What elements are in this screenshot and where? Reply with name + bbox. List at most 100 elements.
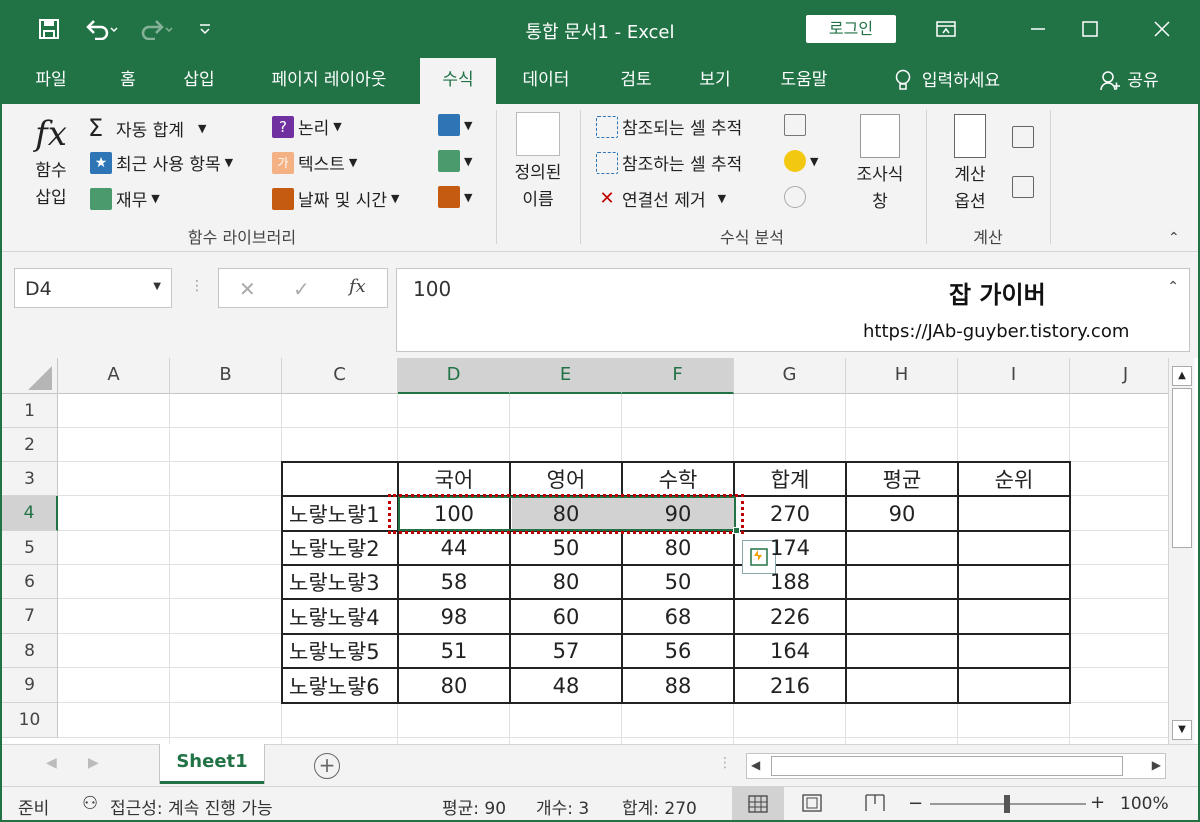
status-accessibility[interactable]: 접근성: 계속 진행 가능 xyxy=(110,794,273,819)
next-sheet-icon[interactable]: ▶ xyxy=(88,755,99,771)
tab-page-layout[interactable]: 페이지 레이아웃 xyxy=(246,58,412,104)
formula-input[interactable]: 100 잡 가이버 https://JAb-guyber.tistory.com… xyxy=(396,268,1190,352)
enter-icon[interactable]: ✓ xyxy=(293,277,310,301)
row-label-cell[interactable]: 노랗노랗5 xyxy=(283,635,397,667)
row-label-cell[interactable]: 노랗노랗6 xyxy=(283,669,397,702)
table-cell[interactable]: 58 xyxy=(399,566,509,598)
column-header-c[interactable]: C xyxy=(282,358,398,394)
row-label-cell[interactable]: 노랗노랗4 xyxy=(283,600,397,633)
table-cell[interactable]: 90 xyxy=(623,497,733,530)
redo-icon[interactable] xyxy=(136,16,176,42)
row-header-4[interactable]: 4 xyxy=(2,496,58,531)
datetime-button[interactable]: 날짜 및 시간 ▼ xyxy=(272,186,399,211)
scroll-left-button[interactable]: ◀ xyxy=(751,758,760,772)
select-all-corner[interactable] xyxy=(2,358,58,394)
tab-view[interactable]: 보기 xyxy=(682,58,748,104)
name-box[interactable]: D4 ▼ xyxy=(14,268,172,308)
save-icon[interactable] xyxy=(36,16,62,42)
tell-me-box[interactable]: 입력하세요 xyxy=(872,58,1022,104)
zoom-slider-thumb[interactable] xyxy=(1004,795,1010,813)
horizontal-scrollbar[interactable]: ◀ ▶ xyxy=(746,753,1166,779)
column-header-f[interactable]: F xyxy=(622,358,734,394)
column-header-j[interactable]: J xyxy=(1070,358,1182,394)
tab-formulas[interactable]: 수식 xyxy=(420,58,496,104)
calc-sheet-button[interactable] xyxy=(1012,176,1034,198)
accessibility-icon[interactable]: ⚇ xyxy=(82,793,98,814)
column-header-h[interactable]: H xyxy=(846,358,958,394)
error-check-button[interactable]: ▼ xyxy=(784,150,818,172)
row-label-cell[interactable]: 노랗노랗2 xyxy=(283,532,397,564)
scroll-up-button[interactable]: ▲ xyxy=(1172,366,1192,386)
hscroll-thumb[interactable] xyxy=(771,756,1123,776)
scroll-thumb[interactable] xyxy=(1172,388,1192,548)
expand-formula-icon[interactable]: ⌃ xyxy=(1167,279,1179,295)
logical-button[interactable]: ? 논리 ▼ xyxy=(272,114,342,139)
table-cell[interactable]: 57 xyxy=(511,635,621,667)
collapse-ribbon-icon[interactable]: ⌃ xyxy=(1168,230,1180,246)
splitter-icon[interactable]: ⋮ xyxy=(190,278,204,294)
show-formulas-button[interactable] xyxy=(784,114,806,136)
table-cell[interactable]: 60 xyxy=(511,600,621,633)
table-header-cell[interactable]: 평균 xyxy=(847,463,957,495)
calc-now-button[interactable] xyxy=(1012,126,1034,148)
row-header-7[interactable]: 7 xyxy=(2,599,58,634)
cancel-icon[interactable]: ✕ xyxy=(239,277,256,301)
autosum-button[interactable]: Σ 자동 합계 ▼ xyxy=(88,114,206,142)
table-cell[interactable]: 174 xyxy=(735,532,845,564)
table-cell[interactable]: 98 xyxy=(399,600,509,633)
table-cell[interactable]: 80 xyxy=(511,497,621,530)
row-header-8[interactable]: 8 xyxy=(2,634,58,668)
row-label-cell[interactable]: 노랗노랗3 xyxy=(283,566,397,598)
table-cell[interactable]: 100 xyxy=(399,497,509,530)
table-cell[interactable]: 270 xyxy=(735,497,845,530)
table-cell[interactable]: 80 xyxy=(511,566,621,598)
table-cell[interactable]: 88 xyxy=(623,669,733,702)
tab-home[interactable]: 홈 xyxy=(98,58,158,104)
restore-icon[interactable] xyxy=(1070,12,1110,46)
row-header-10[interactable]: 10 xyxy=(2,703,58,738)
defined-names-button[interactable]: 정의된 이름 xyxy=(506,112,570,210)
column-header-a[interactable]: A xyxy=(58,358,170,394)
table-cell[interactable]: 216 xyxy=(735,669,845,702)
more-functions-button[interactable]: ▼ xyxy=(438,186,472,208)
page-break-icon[interactable] xyxy=(864,794,886,817)
tab-file[interactable]: 파일 xyxy=(16,58,86,104)
table-cell[interactable]: 48 xyxy=(511,669,621,702)
evaluate-button[interactable] xyxy=(784,186,806,208)
vertical-scrollbar[interactable]: ▲ ▼ xyxy=(1168,358,1194,744)
table-cell[interactable]: 90 xyxy=(847,497,957,530)
sheet-tab-sheet1[interactable]: Sheet1 xyxy=(160,744,264,784)
table-cell[interactable]: 44 xyxy=(399,532,509,564)
tab-review[interactable]: 검토 xyxy=(600,58,672,104)
table-cell[interactable]: 51 xyxy=(399,635,509,667)
financial-button[interactable]: 재무 ▼ xyxy=(90,186,160,211)
row-header-3[interactable]: 3 xyxy=(2,462,58,496)
trace-precedents-button[interactable]: 참조되는 셀 추적 xyxy=(596,114,742,139)
table-header-cell[interactable]: 국어 xyxy=(399,463,509,495)
row-label-cell[interactable]: 노랗노랗1 xyxy=(283,497,397,530)
fx-icon[interactable]: fx xyxy=(349,276,366,297)
ribbon-display-icon[interactable] xyxy=(926,12,966,46)
watch-window-button[interactable]: 조사식 창 xyxy=(848,114,912,212)
tab-insert[interactable]: 삽입 xyxy=(166,58,232,104)
prev-sheet-icon[interactable]: ◀ xyxy=(46,755,57,771)
row-header-5[interactable]: 5 xyxy=(2,531,58,565)
column-header-b[interactable]: B xyxy=(170,358,282,394)
trace-dependents-button[interactable]: 참조하는 셀 추적 xyxy=(596,150,742,175)
column-header-e[interactable]: E xyxy=(510,358,622,394)
zoom-out-button[interactable]: − xyxy=(908,793,923,814)
row-header-9[interactable]: 9 xyxy=(2,668,58,703)
table-cell[interactable]: 188 xyxy=(735,566,845,598)
scroll-down-button[interactable]: ▼ xyxy=(1172,720,1192,740)
minimize-icon[interactable] xyxy=(1018,12,1058,46)
insert-function-button[interactable]: fx 함수 삽입 xyxy=(22,114,80,208)
tab-help[interactable]: 도움말 xyxy=(766,58,842,104)
zoom-level[interactable]: 100% xyxy=(1120,794,1169,814)
table-cell[interactable]: 80 xyxy=(399,669,509,702)
row-header-1[interactable]: 1 xyxy=(2,394,58,428)
table-cell[interactable]: 68 xyxy=(623,600,733,633)
close-icon[interactable] xyxy=(1142,12,1182,46)
add-sheet-icon[interactable]: + xyxy=(314,753,340,779)
page-layout-icon[interactable] xyxy=(802,794,822,817)
table-header-cell[interactable]: 수학 xyxy=(623,463,733,495)
